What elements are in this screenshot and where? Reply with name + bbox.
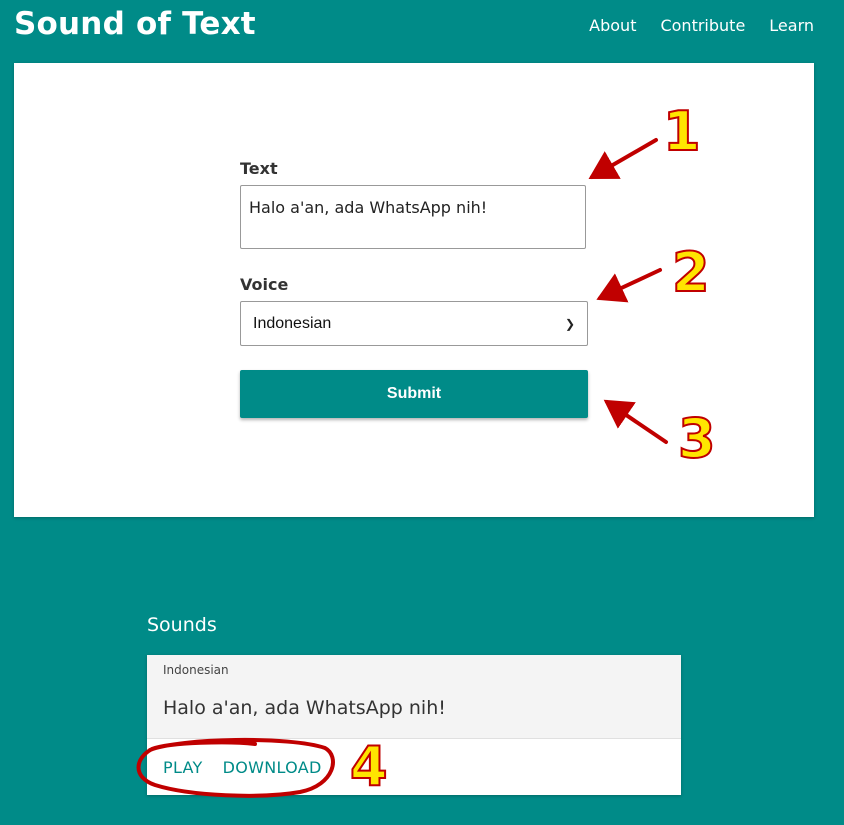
site-title[interactable]: Sound of Text — [14, 6, 256, 42]
nav-learn-link[interactable]: Learn — [769, 16, 814, 35]
sounds-heading: Sounds — [147, 614, 217, 636]
sound-item: Indonesian Halo a'an, ada WhatsApp nih! … — [147, 655, 681, 795]
sound-text: Halo a'an, ada WhatsApp nih! — [163, 697, 446, 719]
sound-actions: PLAY DOWNLOAD — [163, 758, 322, 777]
sound-voice-label: Indonesian — [163, 663, 229, 677]
form-card: Text Halo a'an, ada WhatsApp nih! Voice … — [14, 63, 814, 517]
sound-item-header: Indonesian Halo a'an, ada WhatsApp nih! — [147, 655, 681, 739]
text-input[interactable]: Halo a'an, ada WhatsApp nih! — [240, 185, 586, 249]
text-field-label: Text — [240, 159, 278, 178]
voice-field-label: Voice — [240, 275, 289, 294]
submit-button[interactable]: Submit — [240, 370, 588, 418]
nav-contribute-link[interactable]: Contribute — [660, 16, 745, 35]
voice-select-value: Indonesian — [253, 314, 332, 332]
top-nav: About Contribute Learn — [589, 16, 814, 35]
download-button[interactable]: DOWNLOAD — [223, 758, 322, 777]
voice-select[interactable]: Indonesian ❯ — [240, 301, 588, 346]
play-button[interactable]: PLAY — [163, 758, 203, 777]
chevron-down-icon: ❯ — [564, 316, 575, 331]
nav-about-link[interactable]: About — [589, 16, 636, 35]
